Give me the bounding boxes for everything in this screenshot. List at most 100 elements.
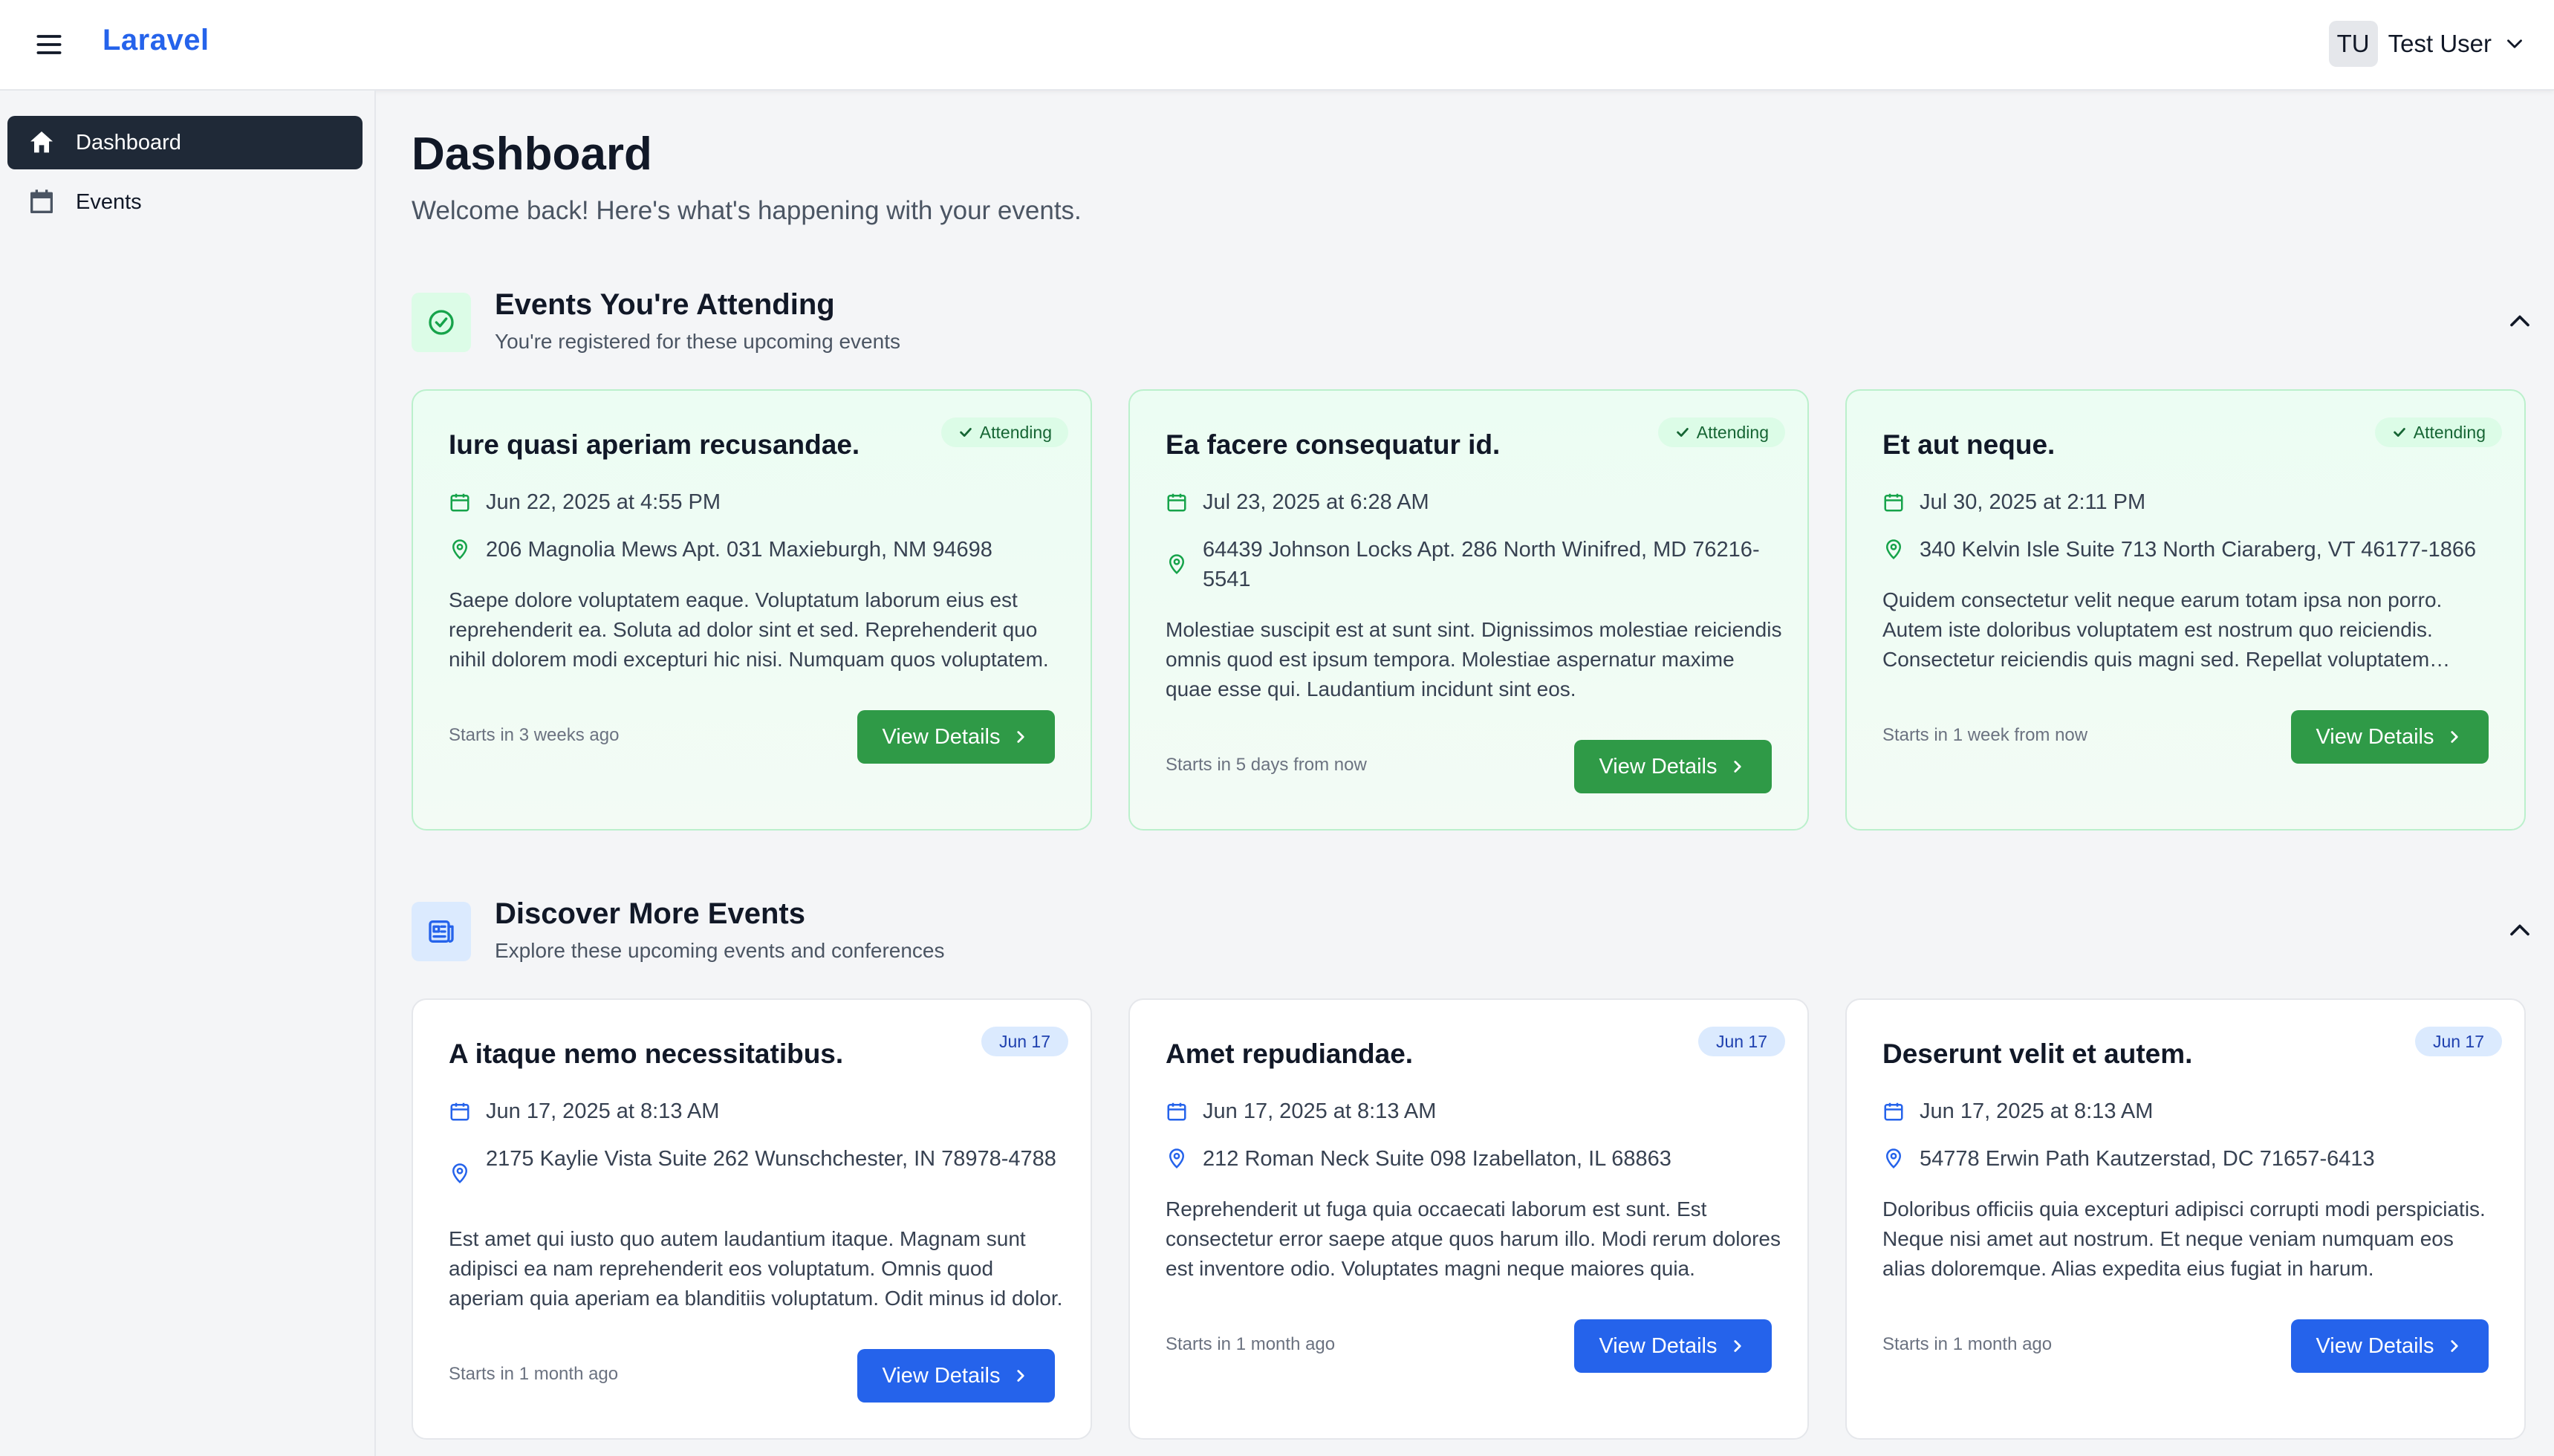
button-label: View Details <box>2316 724 2434 749</box>
section-subtitle: You're registered for these upcoming eve… <box>495 330 900 353</box>
view-details-button[interactable]: View Details <box>1574 1319 1772 1373</box>
event-title[interactable]: Iure quasi aperiam recusandae. <box>449 429 860 461</box>
badge-label: Attending <box>1696 422 1769 442</box>
event-location-text: 206 Magnolia Mews Apt. 031 Maxieburgh, N… <box>486 538 992 562</box>
event-location: 2175 Kaylie Vista Suite 262 Wunschcheste… <box>449 1144 1056 1189</box>
event-description: Doloribus officiis quia excepturi adipis… <box>1882 1197 2486 1280</box>
event-description: Reprehenderit ut fuga quia occaecati lab… <box>1166 1197 1781 1280</box>
event-date: Jun 17, 2025 at 8:13 AM <box>1882 1096 2153 1126</box>
event-description: Molestiae suscipit est at sunt sint. Dig… <box>1166 618 1782 701</box>
event-starts: Starts in 1 month ago <box>449 1364 619 1384</box>
event-location: 206 Magnolia Mews Apt. 031 Maxieburgh, N… <box>449 535 992 565</box>
chevron-right-icon <box>1016 731 1024 743</box>
map-pin-icon <box>449 535 471 565</box>
user-menu[interactable]: TU Test User <box>2328 19 2527 68</box>
event-location-text: 54778 Erwin Path Kautzerstad, DC 71657-6… <box>1920 1147 2375 1171</box>
hamburger-menu-icon[interactable] <box>33 28 65 61</box>
view-details-button[interactable]: View Details <box>1574 740 1772 793</box>
top-bar: Laravel TU Test User <box>0 0 2554 91</box>
event-location-text: 2175 Kaylie Vista Suite 262 Wunschcheste… <box>486 1147 1056 1171</box>
event-title[interactable]: Et aut neque. <box>1882 429 2055 461</box>
chevron-up-icon[interactable] <box>2503 914 2536 946</box>
status-badge: Attending <box>1657 417 1785 447</box>
main-content: Dashboard Welcome back! Here's what's ha… <box>376 91 2554 1456</box>
event-card: Iure quasi aperiam recusandae. Attending… <box>412 389 1092 831</box>
chevron-up-icon[interactable] <box>2503 305 2536 337</box>
event-date-text: Jul 23, 2025 at 6:28 AM <box>1203 490 1429 514</box>
event-date: Jul 30, 2025 at 2:11 PM <box>1882 487 2145 517</box>
event-title[interactable]: Ea facere consequatur id. <box>1166 429 1500 461</box>
view-details-button[interactable]: View Details <box>2291 710 2489 764</box>
view-details-button[interactable]: View Details <box>857 710 1055 764</box>
event-location: 212 Roman Neck Suite 098 Izabellaton, IL… <box>1166 1144 1671 1174</box>
map-pin-icon <box>1882 535 1905 565</box>
event-card: Deserunt velit et autem. Jun 17 Jun 17, … <box>1845 998 2526 1440</box>
chevron-right-icon <box>1733 1340 1741 1352</box>
event-starts: Starts in 3 weeks ago <box>449 725 620 745</box>
status-badge: Attending <box>2374 417 2502 447</box>
event-date-text: Jun 17, 2025 at 8:13 AM <box>1920 1099 2154 1123</box>
user-name: Test User <box>2388 30 2492 57</box>
event-starts: Starts in 1 month ago <box>1882 1334 2053 1354</box>
newspaper-icon <box>412 902 471 961</box>
event-date: Jun 17, 2025 at 8:13 AM <box>1166 1096 1436 1126</box>
event-title[interactable]: Deserunt velit et autem. <box>1882 1039 2192 1070</box>
badge-label: Attending <box>979 422 1052 442</box>
event-location: 64439 Johnson Locks Apt. 286 North Winif… <box>1166 535 1775 594</box>
badge-label: Attending <box>2413 422 2486 442</box>
event-location-text: 340 Kelvin Isle Suite 713 North Ciaraber… <box>1920 538 2477 562</box>
view-details-button[interactable]: View Details <box>2291 1319 2489 1373</box>
chevron-right-icon <box>2450 731 2458 743</box>
event-description: Quidem consectetur velit neque earum tot… <box>1882 588 2443 671</box>
map-pin-icon <box>1882 1144 1905 1174</box>
button-label: View Details <box>1599 1333 1718 1358</box>
attending-section-header: Events You're Attending You're registere… <box>412 285 2536 360</box>
event-location-text: 212 Roman Neck Suite 098 Izabellaton, IL… <box>1203 1147 1671 1171</box>
map-pin-icon <box>1166 550 1188 579</box>
chevron-down-icon <box>2502 31 2527 56</box>
chevron-right-icon <box>1016 1370 1024 1382</box>
section-title: Discover More Events <box>495 897 805 930</box>
event-starts: Starts in 1 month ago <box>1166 1334 1336 1354</box>
event-date: Jun 17, 2025 at 8:13 AM <box>449 1096 719 1126</box>
event-title[interactable]: A itaque nemo necessitatibus. <box>449 1039 843 1070</box>
home-icon <box>25 126 58 159</box>
event-description: Saepe dolore voluptatem eaque. Voluptatu… <box>449 588 1049 671</box>
map-pin-icon <box>449 1159 471 1189</box>
event-card: Amet repudiandae. Jun 17 Jun 17, 2025 at… <box>1128 998 1809 1440</box>
status-badge: Attending <box>940 417 1068 447</box>
section-title: Events You're Attending <box>495 288 835 321</box>
view-details-button[interactable]: View Details <box>857 1349 1055 1403</box>
event-location: 54778 Erwin Path Kautzerstad, DC 71657-6… <box>1882 1144 2375 1174</box>
event-date-text: Jun 17, 2025 at 8:13 AM <box>1203 1099 1437 1123</box>
event-title[interactable]: Amet repudiandae. <box>1166 1039 1413 1070</box>
calendar-icon <box>449 1096 471 1126</box>
event-starts: Starts in 1 week from now <box>1882 725 2088 745</box>
button-label: View Details <box>882 724 1001 749</box>
event-date: Jul 23, 2025 at 6:28 AM <box>1166 487 1429 517</box>
avatar: TU <box>2328 21 2378 67</box>
button-label: View Details <box>2316 1333 2434 1358</box>
calendar-icon <box>1882 487 1905 517</box>
page-title: Dashboard <box>412 129 652 180</box>
event-location-text: 64439 Johnson Locks Apt. 286 North Winif… <box>1203 538 1760 591</box>
button-label: View Details <box>1599 754 1718 779</box>
calendar-icon <box>1166 487 1188 517</box>
map-pin-icon <box>1166 1144 1188 1174</box>
button-label: View Details <box>882 1363 1001 1388</box>
check-icon <box>960 428 972 437</box>
chevron-right-icon <box>2450 1340 2458 1352</box>
event-date-text: Jun 22, 2025 at 4:55 PM <box>486 490 721 514</box>
date-badge: Jun 17 <box>1697 1027 1785 1056</box>
sidebar-item-dashboard[interactable]: Dashboard <box>7 116 363 169</box>
brand-logo[interactable]: Laravel <box>103 24 209 57</box>
check-icon <box>1677 428 1689 437</box>
sidebar-item-events[interactable]: Events <box>7 175 363 229</box>
chevron-right-icon <box>1733 761 1741 773</box>
calendar-icon <box>1882 1096 1905 1126</box>
date-badge: Jun 17 <box>981 1027 1068 1056</box>
calendar-icon <box>1166 1096 1188 1126</box>
event-description: Est amet qui iusto quo autem laudantium … <box>449 1227 1063 1310</box>
event-starts: Starts in 5 days from now <box>1166 755 1367 775</box>
event-date-text: Jul 30, 2025 at 2:11 PM <box>1920 490 2146 514</box>
